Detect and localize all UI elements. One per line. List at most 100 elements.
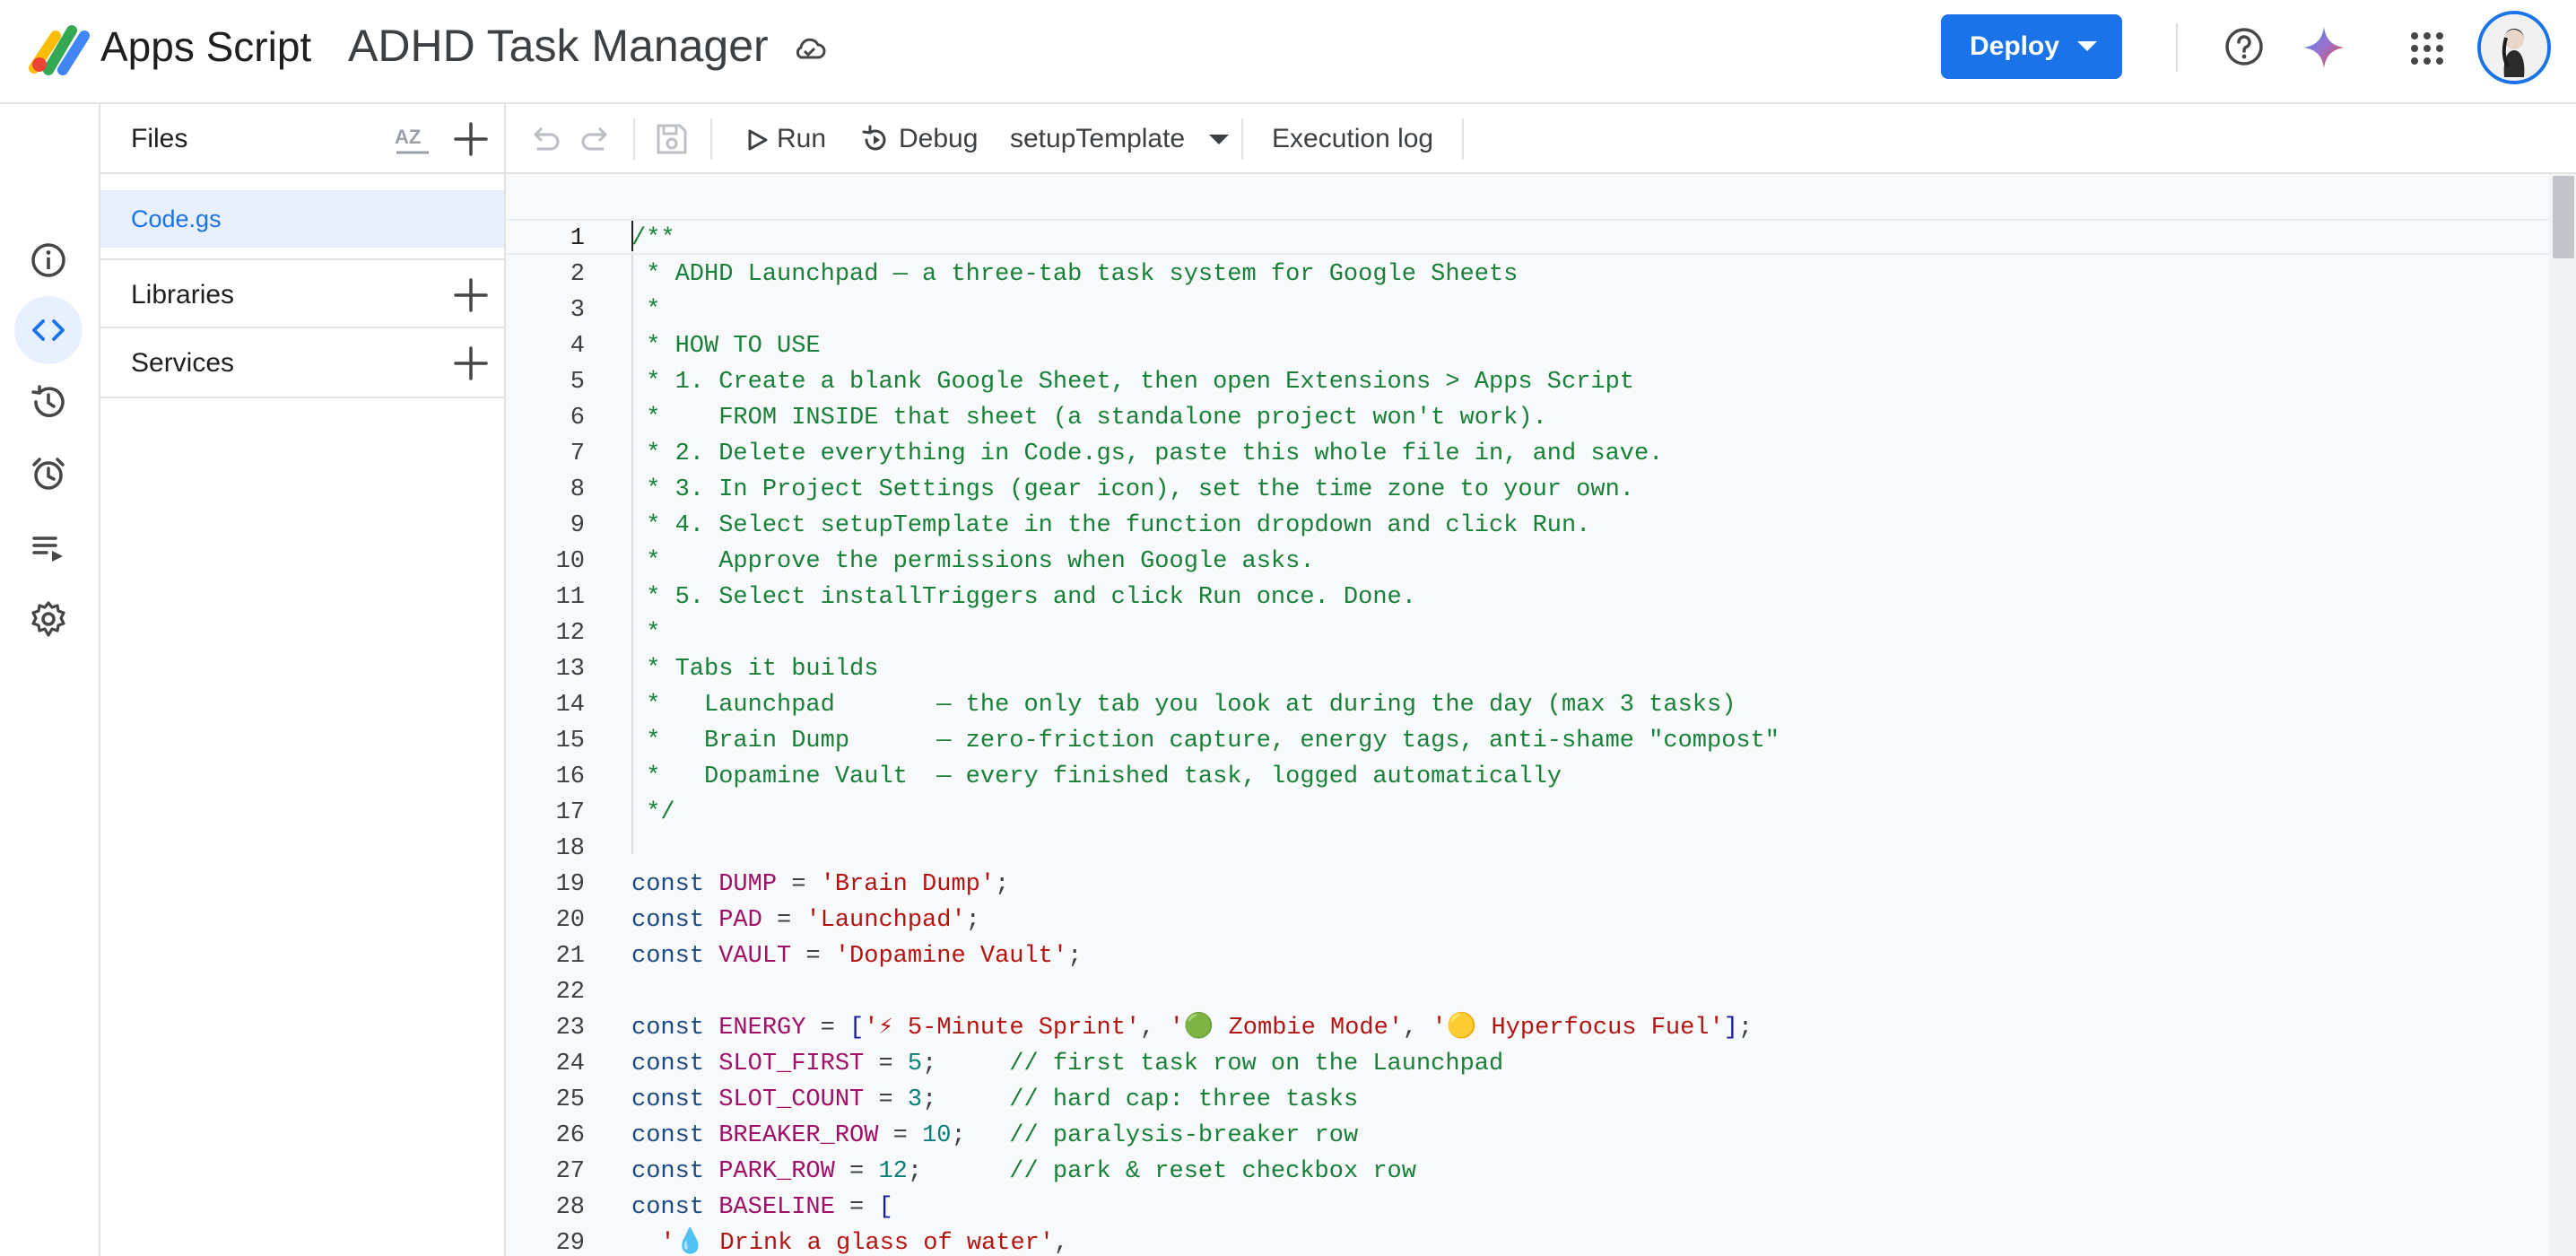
redo-icon[interactable]: [578, 120, 615, 158]
code-line[interactable]: 13 * Tabs it builds: [506, 651, 2551, 687]
code-line[interactable]: 12 *: [506, 615, 2551, 651]
code-line[interactable]: 4 * HOW TO USE: [506, 328, 2551, 364]
code-line[interactable]: 20 const PAD = 'Launchpad';: [506, 903, 2551, 938]
code-line[interactable]: 26 const BREAKER_ROW = 10; // paralysis-b…: [506, 1118, 2551, 1154]
line-number: 2: [570, 261, 585, 288]
code-line[interactable]: 8 * 3. In Project Settings (gear icon), …: [506, 472, 2551, 508]
gemini-icon[interactable]: [2302, 25, 2346, 70]
code-text: */: [631, 795, 674, 831]
play-icon: [748, 129, 768, 151]
editor-scrollbar-thumb[interactable]: [2553, 176, 2574, 258]
line-number: 8: [570, 476, 585, 503]
code-line[interactable]: 6 * FROM INSIDE that sheet (a standalone…: [506, 400, 2551, 436]
code-line[interactable]: 14 * Launchpad — the only tab you look a…: [506, 687, 2551, 723]
rail-item-editor[interactable]: [14, 296, 83, 364]
code-line[interactable]: 3 *: [506, 292, 2551, 328]
code-line[interactable]: 17 */: [506, 795, 2551, 831]
code-line[interactable]: 28 const BASELINE = [: [506, 1190, 2551, 1225]
run-button[interactable]: Run: [744, 104, 843, 174]
code-token: *: [631, 297, 661, 324]
code-token: '⚡ 5-Minute Sprint': [864, 1015, 1141, 1042]
code-token: ;: [922, 1051, 1010, 1077]
code-token: * Approve the permissions when Google as…: [631, 548, 1315, 575]
code-text: * 3. In Project Settings (gear icon), se…: [631, 472, 1634, 508]
code-token: SLOT_COUNT: [718, 1086, 865, 1113]
code-token: const: [631, 871, 719, 898]
code-line[interactable]: 5 * 1. Create a blank Google Sheet, then…: [506, 364, 2551, 400]
code-line[interactable]: 1 /**: [506, 219, 2551, 255]
undo-icon[interactable]: [526, 120, 563, 158]
code-line[interactable]: 16 * Dopamine Vault — every finished tas…: [506, 759, 2551, 795]
code-line[interactable]: 15 * Brain Dump — zero-friction capture,…: [506, 723, 2551, 759]
line-number: 26: [555, 1122, 585, 1149]
rail-item-executions-list[interactable]: [14, 513, 83, 581]
code-token: DUMP: [718, 871, 778, 898]
code-token: ,: [1140, 1015, 1170, 1042]
code-line[interactable]: 18: [506, 831, 2551, 867]
code-line[interactable]: 2 * ADHD Launchpad — a three-tab task sy…: [506, 257, 2551, 292]
google-apps-grid-icon[interactable]: [2409, 31, 2445, 66]
save-icon[interactable]: [653, 120, 691, 158]
code-text: *: [631, 292, 660, 328]
toolbar-divider: [1462, 118, 1464, 160]
account-avatar[interactable]: [2477, 11, 2551, 84]
files-panel: Files AZ Code.gs Libraries Services: [100, 104, 506, 1256]
code-token: ;: [1067, 943, 1083, 970]
code-line[interactable]: 29 '💧 Drink a glass of water',: [506, 1225, 2551, 1256]
code-token: * 4. Select setupTemplate in the functio…: [631, 512, 1591, 539]
code-token: PARK_ROW: [718, 1158, 835, 1185]
line-number: 10: [555, 548, 585, 575]
code-line[interactable]: 24 const SLOT_FIRST = 5; // first task ro…: [506, 1046, 2551, 1082]
code-line[interactable]: 10 * Approve the permissions when Google…: [506, 544, 2551, 580]
execution-log-button[interactable]: Execution log: [1272, 104, 1451, 174]
chevron-down-icon: [1209, 135, 1229, 144]
info-icon: [31, 243, 65, 277]
code-line[interactable]: 9 * 4. Select setupTemplate in the funct…: [506, 508, 2551, 544]
file-item-code-gs[interactable]: Code.gs: [100, 190, 504, 248]
project-title[interactable]: ADHD Task Manager: [348, 18, 769, 74]
debug-button[interactable]: Debug: [859, 104, 985, 174]
toolbar-divider: [1241, 118, 1243, 160]
code-text: * ADHD Launchpad — a three-tab task syst…: [631, 257, 1518, 292]
add-file-icon[interactable]: [452, 120, 490, 158]
code-text: const SLOT_FIRST = 5; // first task row …: [631, 1046, 1503, 1082]
top-app-bar: Apps Script ADHD Task Manager Deploy: [0, 0, 2576, 104]
code-text: '💧 Drink a glass of water',: [631, 1225, 1068, 1256]
code-line[interactable]: 22: [506, 974, 2551, 1010]
line-number: 24: [555, 1051, 585, 1077]
code-text: * 1. Create a blank Google Sheet, then o…: [631, 364, 1634, 400]
editor-scrollbar[interactable]: [2549, 174, 2576, 1256]
code-line[interactable]: 19 const DUMP = 'Brain Dump';: [506, 867, 2551, 903]
product-name[interactable]: Apps Script: [100, 22, 311, 72]
add-library-icon[interactable]: [452, 276, 490, 314]
rail-item-triggers[interactable]: [14, 440, 83, 508]
code-text: *: [631, 615, 660, 651]
add-service-icon[interactable]: [452, 345, 490, 382]
debug-label: Debug: [899, 124, 979, 153]
code-line[interactable]: 25 const SLOT_COUNT = 3; // hard cap: thr…: [506, 1082, 2551, 1118]
apps-script-logo-icon[interactable]: [29, 23, 91, 77]
code-line[interactable]: 27 const PARK_ROW = 12; // park & reset c…: [506, 1154, 2551, 1190]
cloud-saved-icon: [796, 38, 826, 59]
rail-item-settings[interactable]: [14, 585, 83, 653]
line-number: 13: [555, 656, 585, 683]
code-line[interactable]: 21 const VAULT = 'Dopamine Vault';: [506, 938, 2551, 974]
help-icon[interactable]: [2223, 25, 2266, 68]
code-editor[interactable]: 1 /** 2 * ADHD Launchpad — a three-tab tas…: [506, 174, 2576, 1256]
code-text: * HOW TO USE: [631, 328, 820, 364]
function-selector-dropdown[interactable]: setupTemplate: [1010, 104, 1243, 174]
deploy-button[interactable]: Deploy: [1941, 14, 2122, 79]
rail-item-executions[interactable]: [14, 368, 83, 436]
code-line[interactable]: 7 * 2. Delete everything in Code.gs, pas…: [506, 436, 2551, 472]
code-token: 'Launchpad': [805, 907, 966, 934]
sort-files-button[interactable]: AZ: [393, 122, 432, 158]
code-token: const: [631, 1086, 719, 1113]
editor-toolbar: Run Debug setupTemplate Execution log: [506, 104, 2576, 174]
code-line[interactable]: 11 * 5. Select installTriggers and click…: [506, 580, 2551, 615]
code-line[interactable]: 23 const ENERGY = ['⚡ 5-Minute Sprint', '…: [506, 1010, 2551, 1046]
rail-item-overview[interactable]: [14, 226, 83, 294]
code-token: // park & reset checkbox row: [1009, 1158, 1416, 1185]
code-token: =: [864, 1086, 908, 1113]
code-token: // first task row on the Launchpad: [1009, 1051, 1504, 1077]
